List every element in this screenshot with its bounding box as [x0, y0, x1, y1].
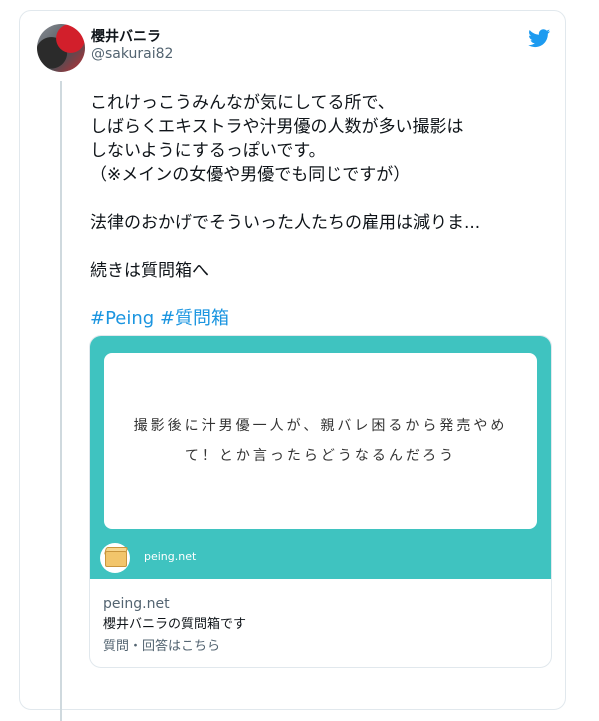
card-image[interactable]: 撮影後に汁男優一人が、親バレ困るから発売やめて！とか言ったらどうなるんだろう p…: [90, 336, 551, 579]
user-handle[interactable]: @sakurai82: [91, 46, 173, 62]
hashtag-link[interactable]: #質問箱: [160, 308, 229, 329]
tweet-paragraph: これけっこうみんなが気にしてる所で、 しばらくエキストラや汁男優の人数が多い撮影…: [90, 93, 464, 185]
image-domain-label: peing.net: [144, 550, 197, 563]
display-name[interactable]: 櫻井バニラ: [91, 26, 161, 46]
tweet-paragraph: 法律のおかげでそういった人たちの雇用は減りま...: [90, 213, 481, 233]
tweet-text: これけっこうみんなが気にしてる所で、 しばらくエキストラや汁男優の人数が多い撮影…: [90, 91, 550, 331]
link-preview-card[interactable]: 撮影後に汁男優一人が、親バレ困るから発売やめて！とか言ったらどうなるんだろう p…: [89, 335, 552, 668]
card-meta: peing.net 櫻井バニラの質問箱です 質問・回答はこちら: [103, 594, 533, 658]
question-text: 撮影後に汁男優一人が、親バレ困るから発売やめて！とか言ったらどうなるんだろう: [104, 353, 537, 529]
hashtag-link[interactable]: #Peing: [90, 308, 154, 329]
card-domain: peing.net: [103, 596, 170, 612]
card-title: 櫻井バニラの質問箱です: [103, 617, 247, 632]
card-description: 質問・回答はこちら: [103, 639, 221, 654]
tweet-card[interactable]: 櫻井バニラ @sakurai82 これけっこうみんなが気にしてる所で、 しばらく…: [19, 10, 566, 721]
thread-line: [60, 81, 62, 721]
twitter-bird-icon[interactable]: [527, 27, 552, 49]
peing-box-icon: [100, 543, 130, 573]
tweet-paragraph: 続きは質問箱へ: [90, 261, 209, 281]
avatar[interactable]: [37, 24, 85, 72]
hashtags: #Peing #質問箱: [90, 307, 550, 331]
